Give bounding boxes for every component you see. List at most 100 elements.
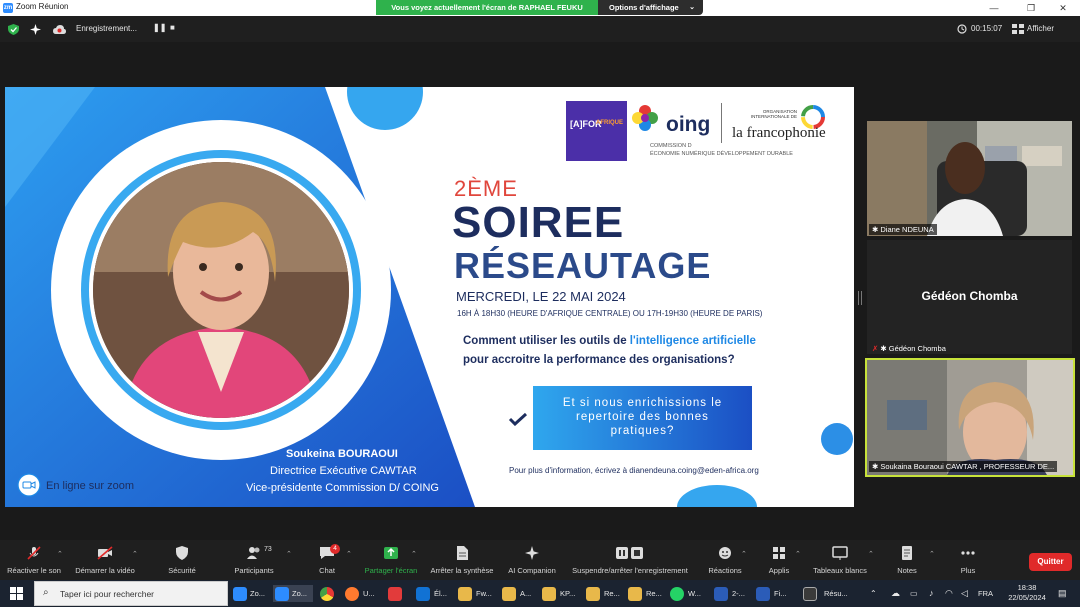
start-video-button[interactable]: Démarrer la vidéo <box>72 546 138 575</box>
grid-view-icon[interactable] <box>1012 24 1024 34</box>
recording-control-label: Suspendre/arrêter l'enregistrement <box>572 566 688 575</box>
taskbar-app-label: Re... <box>604 589 620 598</box>
pdf-editor-icon <box>388 587 402 601</box>
volume-icon[interactable]: ◁ <box>961 585 968 602</box>
taskbar-app-zoom-2[interactable]: Zo... <box>273 585 313 602</box>
online-label: En ligne sur zoom <box>46 480 135 492</box>
participant-count: 73 <box>264 546 272 553</box>
tray-chevron-icon[interactable]: ⌃ <box>870 585 877 602</box>
firefox-icon <box>345 587 359 601</box>
view-options-dropdown[interactable]: Options d'affichage ⌄ <box>598 0 703 15</box>
share-options-caret[interactable]: ⌃ <box>411 550 417 558</box>
more-button[interactable]: Plus <box>950 546 986 575</box>
taskbar-app-firefox[interactable]: U... <box>342 585 378 602</box>
taskbar-app-resume[interactable]: Résu... <box>797 585 853 602</box>
video-options-caret[interactable]: ⌃ <box>132 550 138 558</box>
participant-display-name: Gédéon Chomba <box>921 289 1018 303</box>
reactions-button[interactable]: Réactions <box>704 546 746 575</box>
pause-recording-icon[interactable]: ❚❚ <box>153 23 166 32</box>
taskbar-app-label: Fw... <box>476 589 492 598</box>
question-highlight: l'intelligence artificielle <box>629 335 756 347</box>
taskbar-app-label: KP... <box>560 589 576 598</box>
windows-start-icon[interactable] <box>10 587 23 600</box>
forafrika-logo: [A]FOR AFRIQUE <box>566 101 627 161</box>
gallery-resize-handle[interactable] <box>858 291 862 305</box>
taskbar-app-word-2[interactable]: Fi... <box>753 585 791 602</box>
pause-stop-recording-button[interactable]: Suspendre/arrêter l'enregistrement <box>566 546 694 575</box>
taskbar-app-mail-3[interactable]: KP... <box>539 585 579 602</box>
participant-tile-diane[interactable]: ✱ Diane NDEUNA <box>867 121 1072 236</box>
language-indicator[interactable]: FRA <box>978 585 993 602</box>
notes-options-caret[interactable]: ⌃ <box>929 550 935 558</box>
taskbar-app-outlook-1[interactable]: Él... <box>413 585 451 602</box>
cloud-sync-icon[interactable]: ☁ <box>891 585 900 602</box>
leave-meeting-button[interactable]: Quitter <box>1029 553 1072 571</box>
taskbar-app-mail-5[interactable]: Re... <box>625 585 663 602</box>
participant-tile-gedeon[interactable]: Gédéon Chomba ✗ ✱ Gédéon Chomba <box>867 240 1072 354</box>
cloud-record-icon <box>53 25 66 34</box>
ai-companion-button[interactable]: AI Companion <box>504 546 560 575</box>
taskbar-app-label: Él... <box>434 589 447 598</box>
shield-icon <box>176 546 188 560</box>
sparkle-icon[interactable] <box>30 24 41 35</box>
taskbar-app-mail-4[interactable]: Re... <box>583 585 621 602</box>
apps-grid-icon <box>773 547 785 559</box>
taskbar-app-label: Fi... <box>774 589 787 598</box>
recording-status: Enregistrement... <box>76 24 137 33</box>
checkmark-icon <box>508 412 528 426</box>
network-icon[interactable]: ▭ <box>910 585 918 602</box>
participants-options-caret[interactable]: ⌃ <box>286 550 292 558</box>
chat-button[interactable]: 4 Chat <box>310 544 344 575</box>
notes-button[interactable]: Notes <box>890 546 924 575</box>
taskbar-app-mail-1[interactable]: Fw... <box>455 585 495 602</box>
taskbar-search-box[interactable]: ⌕ Taper ici pour rechercher <box>34 581 228 606</box>
taskbar-app-mail-2[interactable]: A... <box>499 585 535 602</box>
unmute-button[interactable]: Réactiver le son <box>6 546 62 575</box>
clock-area[interactable]: 18:38 22/05/2024 <box>1004 583 1050 603</box>
apps-button[interactable]: Applis <box>762 546 796 575</box>
taskbar-app-word-1[interactable]: 2-... <box>711 585 749 602</box>
chrome-icon <box>320 587 334 601</box>
oif-logo-text: la francophonie <box>732 125 826 141</box>
reactions-options-caret[interactable]: ⌃ <box>741 550 747 558</box>
apps-options-caret[interactable]: ⌃ <box>795 550 801 558</box>
whiteboards-options-caret[interactable]: ⌃ <box>868 550 874 558</box>
taskbar-app-label: W... <box>688 589 701 598</box>
taskbar-app-zoom-1[interactable]: Zo... <box>231 585 271 602</box>
mail-icon <box>502 587 516 601</box>
word-icon <box>714 587 728 601</box>
speaker-photo <box>93 162 349 418</box>
people-icon <box>247 547 260 559</box>
oing-logo-text: oing <box>666 113 711 136</box>
unmute-label: Réactiver le son <box>7 566 61 575</box>
muted-mic-icon: ✗ <box>872 344 879 353</box>
close-window-button[interactable]: ✕ <box>1046 0 1080 16</box>
security-button[interactable]: Sécurité <box>160 546 204 575</box>
notes-icon <box>902 546 912 560</box>
stop-recording-icon[interactable]: ■ <box>170 23 175 32</box>
screen-share-banner: Vous voyez actuellement l'écran de RAPHA… <box>376 0 598 15</box>
stop-summary-button[interactable]: Arrêter la synthèse <box>428 546 496 575</box>
audio-options-caret[interactable]: ⌃ <box>57 550 63 558</box>
meeting-top-bar: Enregistrement... ❚❚ ■ 00:15:07 Afficher <box>0 16 1080 42</box>
wifi-icon[interactable]: ◠ <box>945 585 953 602</box>
view-button[interactable]: Afficher <box>1027 24 1054 33</box>
taskbar-app-chrome[interactable] <box>317 585 339 602</box>
question-prefix: Comment utiliser les outils de <box>463 335 627 347</box>
participants-button[interactable]: 73 Participants <box>226 546 282 575</box>
taskbar-app-whatsapp[interactable]: W... <box>667 585 707 602</box>
whiteboards-button[interactable]: Tableaux blancs <box>810 546 870 575</box>
more-label: Plus <box>960 566 976 575</box>
participant-tile-soukaina[interactable]: ✱ Soukaina Bouraoui CAWTAR , PROFESSEUR … <box>865 358 1075 477</box>
outlook-icon <box>416 587 430 601</box>
shield-check-icon[interactable] <box>8 24 19 35</box>
speaker-role-2: Vice-présidente Commission D/ COING <box>246 482 439 494</box>
maximize-button[interactable]: ❐ <box>1014 0 1048 16</box>
notification-icon[interactable]: ▤ <box>1058 585 1067 602</box>
taskbar-app-editor[interactable] <box>385 585 407 602</box>
chat-options-caret[interactable]: ⌃ <box>346 550 352 558</box>
taskbar-app-label: Résu... <box>824 589 848 598</box>
taskbar-date: 22/05/2024 <box>1008 593 1046 602</box>
minimize-button[interactable]: — <box>977 0 1011 16</box>
speaker-icon[interactable]: ♪ <box>929 585 934 602</box>
